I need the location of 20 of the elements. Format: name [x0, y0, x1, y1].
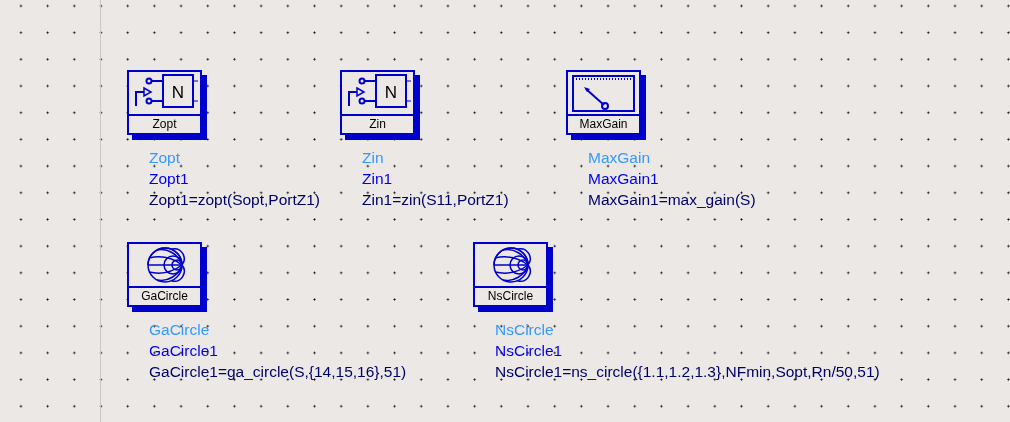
- component-name: MaxGain: [588, 148, 652, 168]
- component-name: NsCircle: [495, 320, 555, 340]
- symbol-label: Zin: [342, 114, 413, 133]
- component-name: Zin: [362, 148, 385, 168]
- symbol-label: Zopt: [129, 114, 200, 133]
- symbol-label: MaxGain: [568, 114, 639, 133]
- symbol-label: GaCircle: [129, 286, 200, 305]
- symbol-label: NsCircle: [475, 286, 546, 305]
- instance-name: Zopt1: [149, 169, 190, 189]
- instance-name: Zin1: [362, 169, 394, 189]
- instance-name: NsCircle1: [495, 341, 564, 361]
- equation-text: GaCircle1=ga_circle(S,{14,15,16},51): [149, 362, 407, 382]
- equation-text: MaxGain1=max_gain(S): [588, 190, 756, 210]
- component-name: GaCircle: [149, 320, 211, 340]
- equation-text: NsCircle1=ns_circle({1.1,1.2,1.3},NFmin,Sopt,Rn/50,51): [495, 362, 880, 382]
- component-name: Zopt: [149, 148, 181, 168]
- instance-name: MaxGain1: [588, 169, 660, 189]
- equation-text: Zopt1=zopt(Sopt,PortZ1): [149, 190, 320, 210]
- instance-name: GaCircle1: [149, 341, 219, 361]
- equation-text: Zin1=zin(S11,PortZ1): [362, 190, 509, 210]
